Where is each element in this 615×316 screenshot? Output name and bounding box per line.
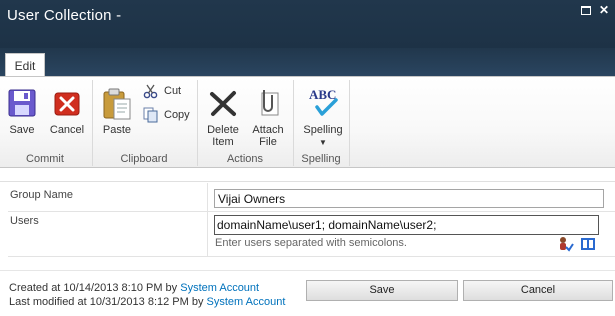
ribbon-attach-label-2: File	[259, 136, 277, 148]
close-icon[interactable]: ✕	[599, 3, 609, 17]
paste-icon	[101, 87, 133, 120]
users-label: Users	[10, 215, 39, 227]
clipboard-group-label: Clipboard	[120, 153, 168, 165]
ribbon-attach-file-button[interactable]: Attach File	[243, 84, 293, 149]
address-book-icon[interactable]	[580, 237, 596, 251]
check-names-icon[interactable]	[558, 236, 574, 252]
form-column-divider	[207, 183, 208, 211]
form-top-divider	[0, 181, 615, 182]
modified-by-link[interactable]: System Account	[207, 296, 286, 308]
dialog-title: User Collection -	[7, 7, 122, 24]
footer-divider	[0, 270, 615, 271]
paperclip-icon	[252, 87, 284, 119]
delete-x-icon	[207, 87, 239, 119]
spelling-abc-text: ABC	[309, 87, 336, 102]
group-name-input[interactable]	[214, 189, 604, 208]
ribbon-attach-label-1: Attach	[252, 124, 284, 136]
form-row-divider	[8, 256, 615, 257]
actions-group-label: Actions	[226, 153, 264, 165]
form-column-divider	[207, 212, 208, 256]
tab-edit[interactable]: Edit	[5, 53, 45, 77]
created-by-link[interactable]: System Account	[180, 282, 259, 294]
group-name-label: Group Name	[10, 189, 73, 201]
ribbon-divider	[349, 80, 350, 166]
spell-check-icon: ABC	[307, 87, 339, 119]
chevron-down-icon: ▼	[319, 138, 327, 147]
ribbon-cancel-button[interactable]: Cancel	[42, 84, 92, 149]
ribbon-delete-label-2: Item	[212, 136, 234, 148]
ribbon-save-label: Save	[9, 124, 35, 136]
ribbon-delete-label-1: Delete	[207, 124, 239, 136]
maximize-icon[interactable]	[581, 6, 591, 15]
users-hint: Enter users separated with semicolons.	[215, 237, 407, 249]
modified-text: Last modified at 10/31/2013 8:12 PM by	[9, 296, 204, 308]
created-text: Created at 10/14/2013 8:10 PM by	[9, 282, 178, 294]
created-info: Created at 10/14/2013 8:10 PM by System …	[9, 282, 259, 294]
form-row-divider	[8, 211, 615, 212]
cancel-button[interactable]: Cancel	[463, 280, 613, 301]
spelling-group-label: Spelling	[301, 153, 341, 165]
ribbon-cancel-label: Cancel	[49, 124, 85, 136]
scissors-icon	[143, 83, 159, 99]
ribbon-tab-strip	[0, 48, 615, 76]
ribbon-paste-label: Paste	[102, 124, 132, 136]
ribbon-copy-label: Copy	[164, 109, 190, 121]
users-people-picker-input[interactable]: domainName\user1; domainName\user2;	[214, 215, 599, 235]
ribbon-paste-button[interactable]: Paste	[92, 84, 142, 149]
cancel-x-icon	[51, 87, 83, 119]
ribbon-spelling-button[interactable]: ABC Spelling ▼	[297, 84, 349, 149]
modified-info: Last modified at 10/31/2013 8:12 PM by S…	[9, 296, 285, 308]
ribbon-cut-label: Cut	[164, 85, 182, 97]
ribbon-delete-item-button[interactable]: Delete Item	[198, 84, 248, 149]
ribbon-save-button[interactable]: Save	[0, 84, 47, 149]
save-button[interactable]: Save	[306, 280, 458, 301]
ribbon-spelling-label: Spelling	[303, 124, 343, 136]
copy-icon	[143, 107, 159, 123]
commit-group-label: Commit	[26, 153, 64, 165]
floppy-disk-icon	[6, 87, 38, 119]
